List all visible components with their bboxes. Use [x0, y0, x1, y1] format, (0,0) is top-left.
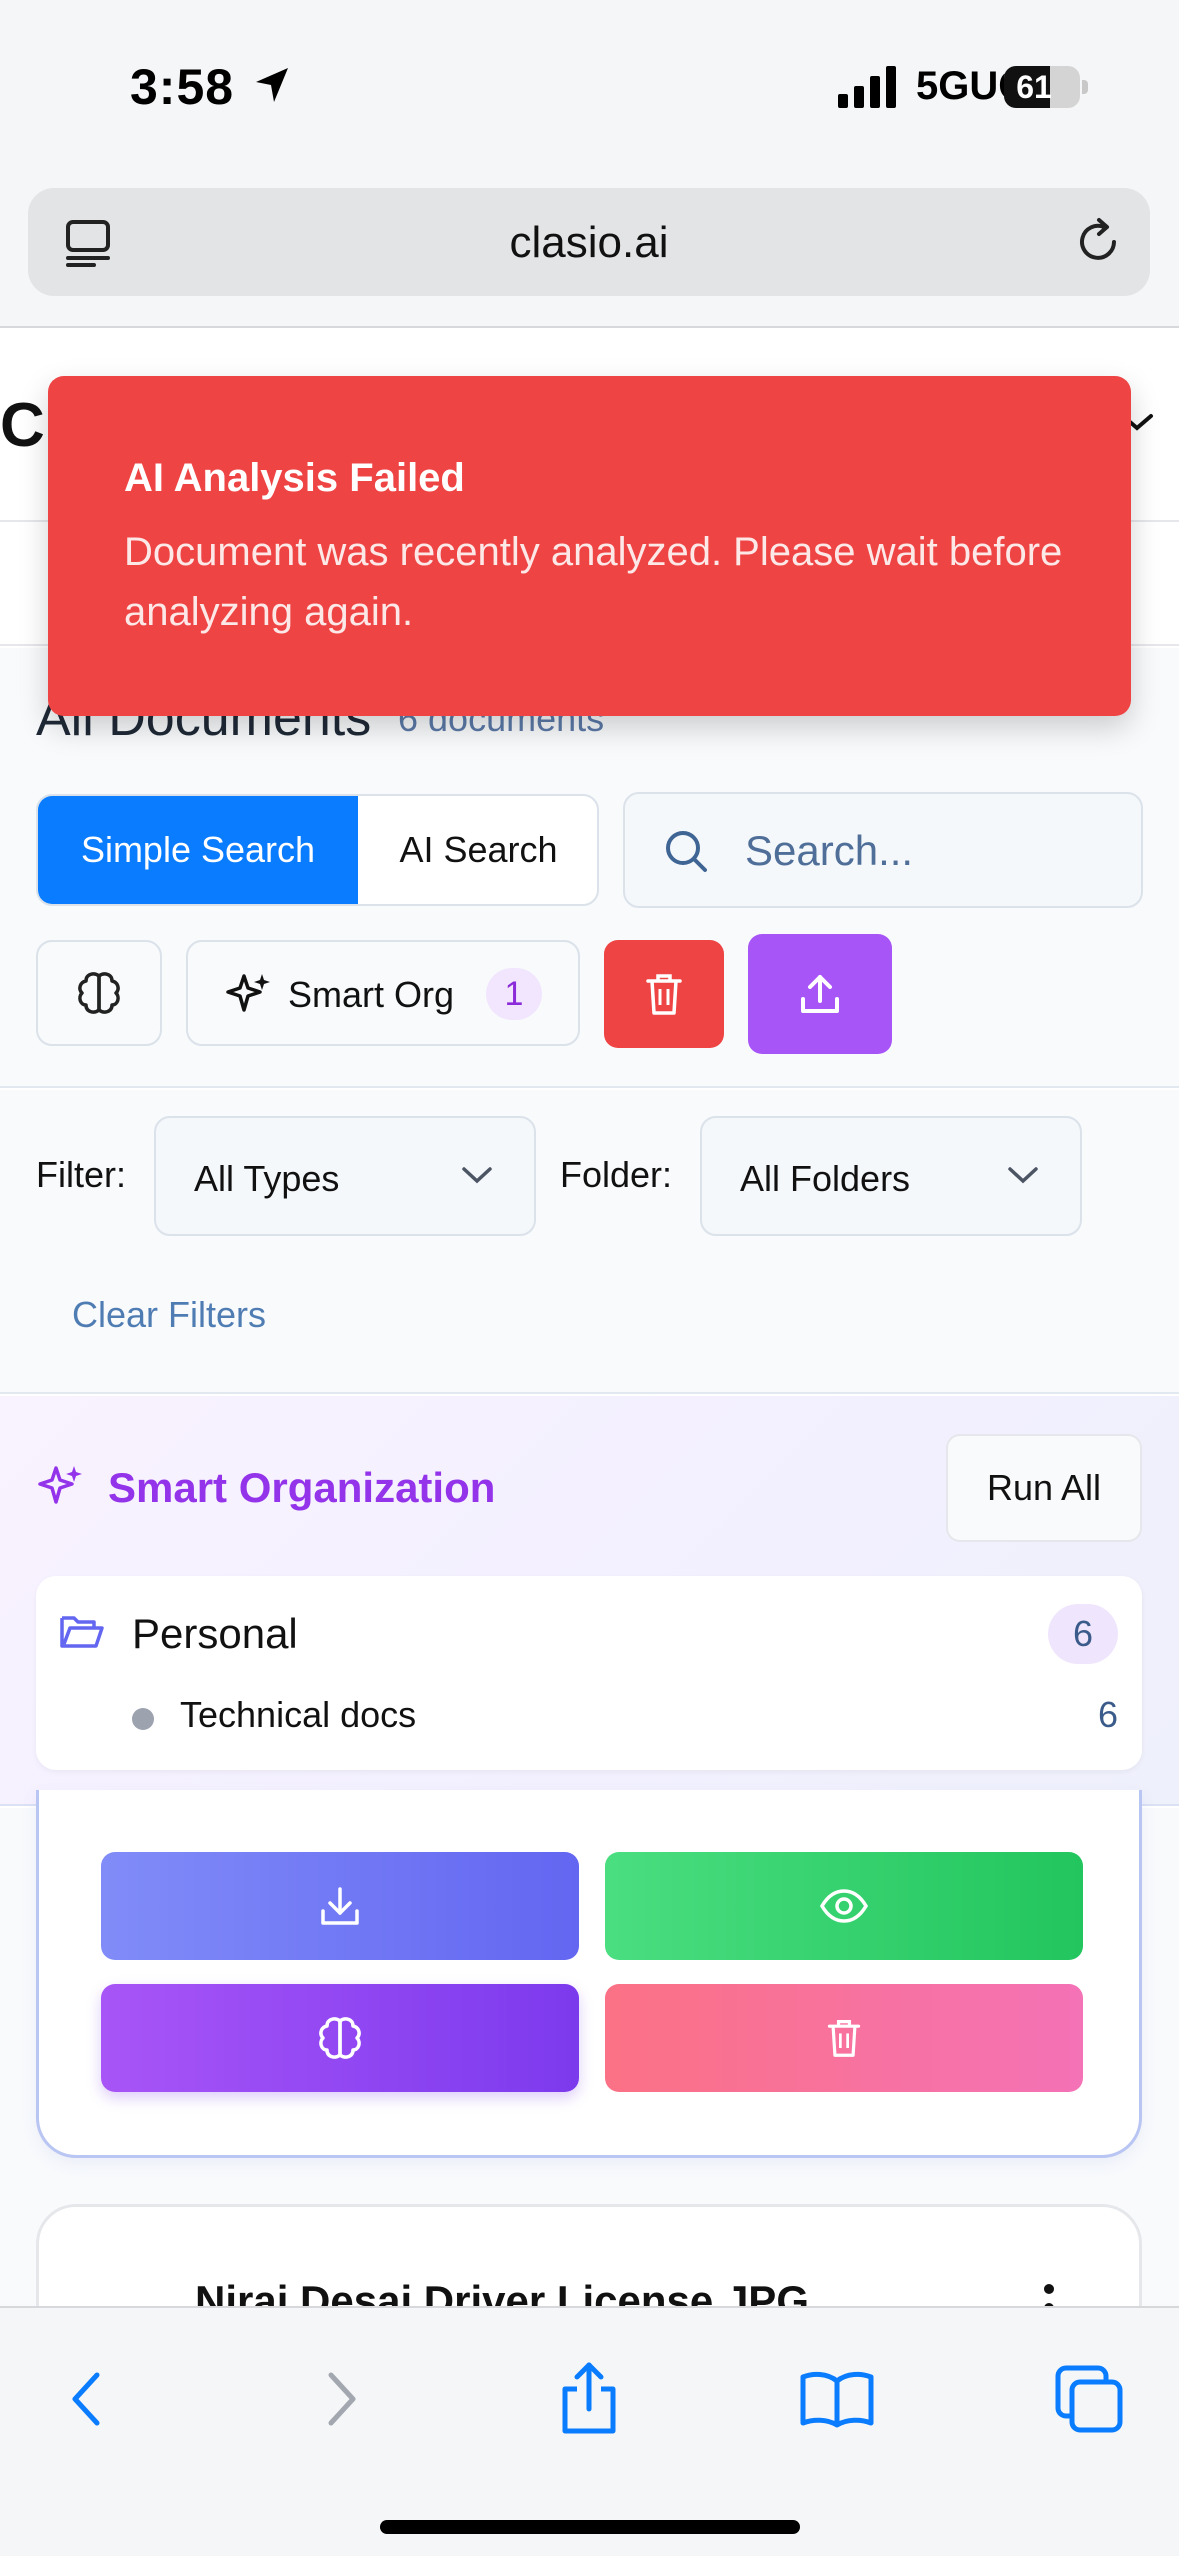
- delete-document-button[interactable]: [605, 1984, 1083, 2092]
- subfolder-name[interactable]: Technical docs: [180, 1694, 416, 1736]
- trash-icon: [646, 974, 682, 1015]
- battery-level: 61: [1016, 69, 1052, 105]
- ai-search-tab[interactable]: AI Search: [358, 796, 597, 904]
- share-button[interactable]: [544, 2354, 634, 2444]
- forward-icon: [328, 2372, 356, 2426]
- filters-section: Filter: All Types Folder: All Folders Cl…: [0, 1090, 1179, 1394]
- smart-org-title: Smart Organization: [108, 1464, 496, 1511]
- forward-button[interactable]: [296, 2354, 386, 2444]
- smart-organization-panel: Smart Organization Run All Personal 6 Te…: [0, 1396, 1179, 1806]
- trash-icon: [827, 2020, 861, 2057]
- browser-address-area: clasio.ai: [0, 170, 1179, 328]
- folder-filter-select[interactable]: All Folders: [700, 1116, 1082, 1236]
- upload-icon: [801, 975, 839, 1013]
- search-icon: [666, 831, 707, 872]
- search-mode-toggle: Simple Search AI Search: [36, 794, 599, 906]
- sparkle-icon: [226, 974, 270, 1012]
- filter-label: Filter:: [36, 1154, 126, 1195]
- toast-title: AI Analysis Failed: [124, 456, 465, 500]
- upload-button[interactable]: [748, 934, 892, 1054]
- share-icon: [562, 2362, 616, 2434]
- tabs-icon: [1055, 2365, 1123, 2433]
- folder-count-badge: 6: [1048, 1604, 1118, 1664]
- app-logo[interactable]: C: [0, 390, 45, 461]
- sparkle-icon: [38, 1466, 82, 1504]
- ai-analyze-button[interactable]: [36, 940, 162, 1046]
- clear-filters-link[interactable]: Clear Filters: [72, 1294, 266, 1336]
- run-all-button[interactable]: Run All: [946, 1434, 1142, 1542]
- cellular-signal-icon: [838, 66, 896, 108]
- reload-icon[interactable]: [1072, 216, 1124, 268]
- search-box[interactable]: [623, 792, 1143, 908]
- home-indicator: [380, 2520, 800, 2534]
- download-button[interactable]: [101, 1852, 579, 1960]
- chevron-down-icon: [462, 1167, 492, 1184]
- toast-message: Document was recently analyzed. Please w…: [124, 530, 1063, 634]
- search-input[interactable]: [745, 816, 1115, 886]
- battery-icon: 61: [1004, 66, 1080, 108]
- folder-open-icon: [60, 1616, 104, 1648]
- type-filter-value: All Types: [194, 1158, 340, 1199]
- folder-filter-value: All Folders: [740, 1158, 911, 1199]
- clock: 3:58: [130, 59, 235, 115]
- back-button[interactable]: [42, 2354, 132, 2444]
- url-bar[interactable]: clasio.ai: [28, 188, 1150, 296]
- document-card: [36, 1790, 1142, 2158]
- eye-icon: [819, 1889, 869, 1923]
- location-arrow-icon: [256, 68, 288, 102]
- error-toast[interactable]: AI Analysis Failed Document was recently…: [48, 376, 1131, 716]
- subfolder-bullet: [132, 1708, 154, 1730]
- simple-search-tab[interactable]: Simple Search: [38, 796, 358, 904]
- brain-icon: [319, 2017, 361, 2059]
- subfolder-count: 6: [1097, 1694, 1118, 1735]
- analyze-button[interactable]: [101, 1984, 579, 2092]
- download-icon: [321, 1887, 359, 1925]
- bookmarks-button[interactable]: [792, 2354, 882, 2444]
- view-button[interactable]: [605, 1852, 1083, 1960]
- bookmarks-icon: [800, 2371, 874, 2428]
- smart-org-label: Smart Org: [288, 974, 455, 1015]
- brain-icon: [78, 972, 120, 1014]
- browser-toolbar: [0, 2306, 1179, 2556]
- tabs-button[interactable]: [1044, 2354, 1134, 2444]
- type-filter-select[interactable]: All Types: [154, 1116, 536, 1236]
- folder-label: Folder:: [560, 1154, 673, 1195]
- bulk-delete-button[interactable]: [604, 940, 724, 1048]
- back-icon: [72, 2372, 100, 2426]
- chevron-down-icon: [1008, 1167, 1038, 1184]
- status-bar: 3:58 5GUC 61: [0, 0, 1179, 170]
- folder-card[interactable]: Personal 6 Technical docs 6: [36, 1576, 1142, 1770]
- battery-tip: [1082, 80, 1088, 94]
- smart-org-button[interactable]: Smart Org 1: [186, 940, 580, 1046]
- url-text[interactable]: clasio.ai: [28, 218, 1150, 268]
- folder-name: Personal: [132, 1610, 298, 1657]
- smart-org-badge: 1: [486, 968, 542, 1020]
